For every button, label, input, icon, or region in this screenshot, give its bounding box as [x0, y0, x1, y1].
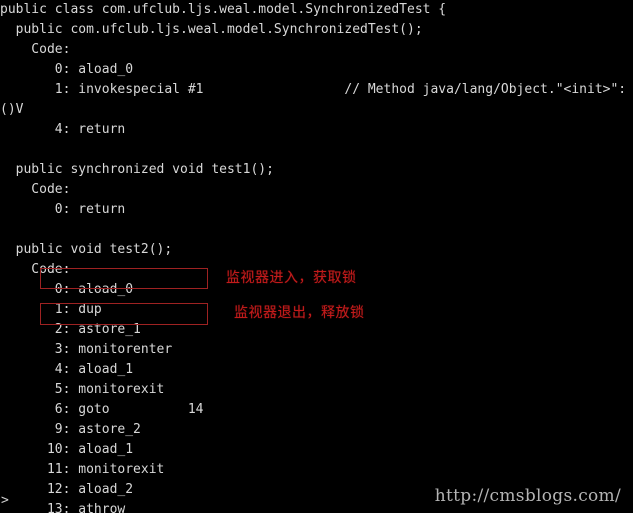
- annotation-monitorenter: 监视器进入，获取锁: [226, 270, 357, 286]
- console-line: 3: monitorenter: [0, 342, 173, 357]
- console-line: public void test2();: [0, 242, 173, 257]
- console-line: public com.ufclub.ljs.weal.model.Synchro…: [0, 22, 423, 37]
- console-line: Code:: [0, 182, 71, 197]
- console-line: 4: return: [0, 122, 126, 137]
- console-line: public synchronized void test1();: [0, 162, 274, 177]
- console-line: 6: goto 14: [0, 402, 204, 417]
- console-line: public class com.ufclub.ljs.weal.model.S…: [0, 2, 447, 17]
- console-output: public class com.ufclub.ljs.weal.model.S…: [0, 0, 633, 513]
- console-line: ()V: [0, 102, 24, 117]
- console-line: 11: monitorexit: [0, 462, 165, 477]
- terminal-window: public class com.ufclub.ljs.weal.model.S…: [0, 0, 633, 513]
- console-line: 2: astore_1: [0, 322, 141, 337]
- watermark: http://cmsblogs.com/: [434, 486, 621, 506]
- console-line: 0: aload_0: [0, 62, 134, 77]
- console-line: 5: monitorexit: [0, 382, 165, 397]
- console-line: 0: return: [0, 202, 126, 217]
- console-line: 4: aload_1: [0, 362, 134, 377]
- shell-prompt[interactable]: >: [1, 493, 9, 509]
- console-line: 10: aload_1: [0, 442, 134, 457]
- console-line: 1: invokespecial #1 // Method java/lang/…: [0, 82, 627, 97]
- annotation-monitorexit: 监视器退出，释放锁: [234, 305, 365, 321]
- console-line: 9: astore_2: [0, 422, 141, 437]
- console-line: Code:: [0, 42, 71, 57]
